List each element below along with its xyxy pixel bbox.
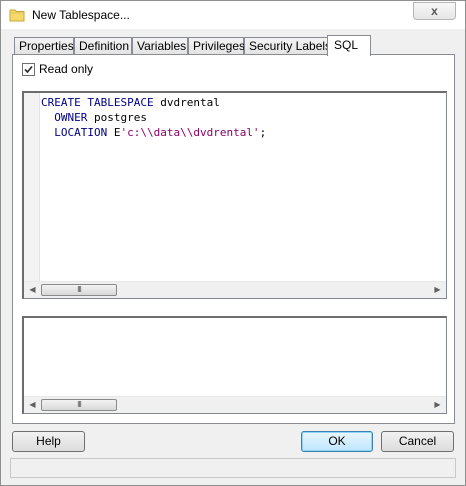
scroll-left-icon[interactable]: ◀ bbox=[24, 397, 41, 413]
tab-properties[interactable]: Properties bbox=[14, 37, 74, 55]
tab-security-labels[interactable]: Security Labels bbox=[244, 37, 331, 55]
sql-keyword: LOCATION bbox=[54, 126, 108, 139]
read-only-toggle[interactable]: Read only bbox=[22, 61, 93, 77]
sql-editor[interactable]: CREATE TABLESPACE dvdrental OWNER postgr… bbox=[22, 91, 447, 299]
scroll-thumb[interactable]: III bbox=[41, 284, 117, 296]
ok-button[interactable]: OK bbox=[301, 431, 373, 452]
sql-keyword: CREATE TABLESPACE bbox=[41, 96, 154, 109]
sql-text: ; bbox=[259, 126, 267, 139]
sql-tab-panel: Read only CREATE TABLESPACE dvdrental OW… bbox=[12, 54, 455, 424]
sql-text: dvdrental bbox=[153, 96, 220, 109]
sql-string: 'c:\\data\\dvdrental' bbox=[120, 126, 260, 139]
help-button[interactable]: Help bbox=[12, 431, 85, 452]
tab-privileges[interactable]: Privileges bbox=[188, 37, 245, 55]
sql-text: postgres bbox=[87, 111, 147, 124]
sql-code: CREATE TABLESPACE dvdrental OWNER postgr… bbox=[41, 95, 266, 140]
window-title: New Tablespace... bbox=[32, 8, 130, 22]
editor-horizontal-scrollbar[interactable]: ◀ III ▶ bbox=[24, 281, 446, 298]
cancel-button[interactable]: Cancel bbox=[381, 431, 454, 452]
scroll-right-icon[interactable]: ▶ bbox=[429, 282, 446, 298]
title-bar[interactable]: New Tablespace... x bbox=[1, 1, 465, 29]
sql-keyword: OWNER bbox=[54, 111, 88, 124]
checkmark-icon bbox=[24, 65, 33, 73]
sql-text: E bbox=[107, 126, 121, 139]
read-only-label: Read only bbox=[39, 62, 94, 76]
read-only-checkbox[interactable] bbox=[22, 62, 35, 76]
close-icon: x bbox=[431, 4, 438, 18]
grip-icon: III bbox=[77, 400, 82, 409]
tab-sql[interactable]: SQL bbox=[327, 35, 371, 56]
grip-icon: III bbox=[77, 285, 82, 294]
messages-horizontal-scrollbar[interactable]: ◀ III ▶ bbox=[24, 396, 446, 413]
dialog-window: New Tablespace... x Properties Definitio… bbox=[0, 0, 466, 486]
editor-margin bbox=[24, 93, 40, 298]
folder-icon bbox=[9, 9, 25, 22]
messages-pane[interactable]: ◀ III ▶ bbox=[22, 316, 447, 414]
scroll-thumb[interactable]: III bbox=[41, 399, 117, 411]
scroll-left-icon[interactable]: ◀ bbox=[24, 282, 41, 298]
status-bar bbox=[10, 458, 456, 478]
scroll-right-icon[interactable]: ▶ bbox=[429, 397, 446, 413]
tab-definition[interactable]: Definition bbox=[74, 37, 132, 55]
tab-variables[interactable]: Variables bbox=[132, 37, 188, 55]
close-button[interactable]: x bbox=[413, 2, 456, 20]
